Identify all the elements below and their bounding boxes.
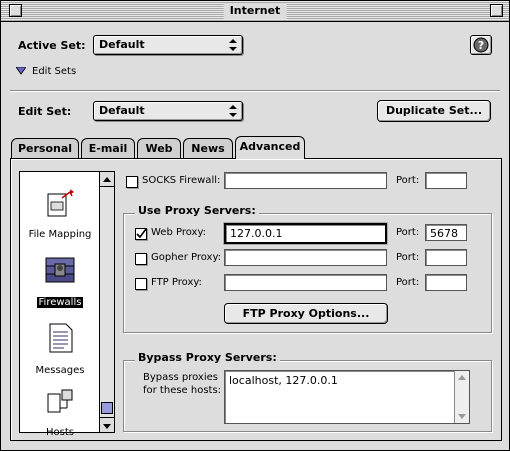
sidebar-item-messages[interactable]: Messages bbox=[20, 322, 100, 377]
sidebar-item-firewalls[interactable]: Firewalls bbox=[20, 254, 100, 309]
active-set-popup[interactable]: Default bbox=[93, 35, 243, 55]
sidebar-item-label: Firewalls bbox=[36, 297, 84, 308]
file-mapping-icon bbox=[47, 189, 74, 217]
duplicate-set-button[interactable]: Duplicate Set... bbox=[377, 100, 491, 122]
sidebar-item-label: File Mapping bbox=[28, 229, 92, 240]
arrow-up-icon bbox=[103, 177, 111, 182]
edit-sets-label[interactable]: Edit Sets bbox=[32, 66, 76, 77]
messages-icon bbox=[49, 323, 73, 353]
sidebar-list[interactable]: File Mapping Firewalls Messages Hosts bbox=[19, 171, 115, 438]
web-proxy-input[interactable]: 127.0.0.1 bbox=[223, 222, 388, 245]
window-title: Internet bbox=[223, 3, 287, 19]
active-set-value: Default bbox=[99, 38, 145, 51]
edit-set-popup[interactable]: Default bbox=[93, 101, 243, 121]
hosts-icon bbox=[47, 389, 73, 413]
checkmark-icon bbox=[136, 229, 146, 239]
web-proxy-checkbox[interactable] bbox=[135, 228, 147, 240]
popup-arrows-icon bbox=[229, 39, 237, 51]
sidebar-scrollbar[interactable] bbox=[99, 172, 114, 432]
ftp-proxy-checkbox[interactable] bbox=[135, 278, 147, 290]
sidebar-item-label: Hosts bbox=[46, 427, 74, 438]
active-set-label: Active Set: bbox=[18, 39, 86, 52]
arrow-down-icon bbox=[103, 424, 111, 429]
edit-set-value: Default bbox=[99, 104, 145, 117]
arrow-down-icon[interactable] bbox=[455, 409, 469, 423]
web-proxy-label: Web Proxy: bbox=[151, 227, 207, 238]
web-proxy-port-input[interactable]: 5678 bbox=[425, 224, 467, 241]
bypass-hosts-textarea[interactable]: localhost, 127.0.0.1 bbox=[224, 370, 470, 424]
popup-arrows-icon bbox=[229, 105, 237, 117]
disclosure-triangle-icon[interactable] bbox=[16, 67, 26, 75]
tab-web[interactable]: Web bbox=[137, 138, 181, 159]
socks-firewall-input[interactable] bbox=[224, 172, 387, 189]
bypass-hosts-value: localhost, 127.0.0.1 bbox=[229, 374, 338, 387]
advanced-panel: File Mapping Firewalls Messages Hosts SO… bbox=[10, 158, 502, 441]
tab-news[interactable]: News bbox=[183, 138, 233, 159]
port-label: Port: bbox=[396, 227, 420, 238]
firewall-icon bbox=[45, 257, 75, 283]
tab-advanced[interactable]: Advanced bbox=[235, 136, 305, 159]
scroll-up-button[interactable] bbox=[100, 172, 114, 187]
port-label: Port: bbox=[396, 175, 420, 186]
tab-email[interactable]: E-mail bbox=[81, 138, 135, 159]
port-label: Port: bbox=[396, 252, 420, 263]
gopher-proxy-checkbox[interactable] bbox=[135, 253, 147, 265]
gopher-proxy-input[interactable] bbox=[224, 249, 387, 266]
ftp-proxy-port-input[interactable] bbox=[425, 274, 467, 291]
socks-firewall-checkbox[interactable] bbox=[126, 176, 138, 188]
title-bar[interactable]: Internet bbox=[1, 1, 509, 22]
svg-text:?: ? bbox=[478, 39, 484, 52]
ftp-proxy-label: FTP Proxy: bbox=[151, 277, 202, 288]
bypass-label-line2: for these hosts: bbox=[143, 385, 222, 396]
use-proxy-title: Use Proxy Servers: bbox=[135, 204, 259, 217]
ftp-proxy-options-button[interactable]: FTP Proxy Options... bbox=[224, 303, 388, 324]
gopher-proxy-port-input[interactable] bbox=[425, 249, 467, 266]
help-icon: ? bbox=[473, 37, 489, 53]
sidebar-item-label: Messages bbox=[35, 365, 85, 376]
bypass-scrollbar[interactable] bbox=[454, 371, 469, 423]
edit-set-label: Edit Set: bbox=[18, 105, 72, 118]
bypass-proxy-title: Bypass Proxy Servers: bbox=[135, 351, 280, 364]
internet-window: Internet Active Set: Default ? Edit Sets… bbox=[0, 0, 510, 451]
scroll-thumb[interactable] bbox=[101, 402, 113, 414]
sidebar-item-hosts[interactable]: Hosts bbox=[20, 388, 100, 439]
close-box-icon[interactable] bbox=[9, 4, 22, 17]
scroll-down-button[interactable] bbox=[100, 417, 114, 432]
tab-personal[interactable]: Personal bbox=[11, 138, 79, 159]
ftp-proxy-input[interactable] bbox=[224, 274, 387, 291]
bypass-label-line1: Bypass proxies bbox=[143, 372, 218, 383]
divider bbox=[10, 90, 500, 92]
sidebar-item-file-mapping[interactable]: File Mapping bbox=[20, 188, 100, 241]
gopher-proxy-label: Gopher Proxy: bbox=[151, 252, 222, 263]
help-button[interactable]: ? bbox=[470, 35, 492, 55]
socks-port-input[interactable] bbox=[425, 172, 467, 189]
port-label: Port: bbox=[396, 277, 420, 288]
socks-firewall-label: SOCKS Firewall: bbox=[142, 175, 221, 186]
arrow-up-icon[interactable] bbox=[455, 371, 469, 385]
zoom-box-icon[interactable] bbox=[490, 4, 503, 17]
